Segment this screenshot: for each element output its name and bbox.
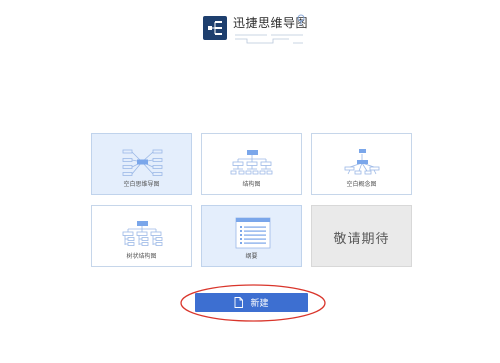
new-button-label: 新建 [250, 299, 269, 309]
title-decoration-icon [235, 34, 303, 44]
template-card-concept-map[interactable]: 空白概念图 [311, 133, 412, 195]
template-card-tree[interactable]: 树状结构图 [91, 205, 192, 267]
coming-soon-text: 敬请期待 [333, 232, 390, 247]
app-logo-icon [203, 16, 227, 40]
template-card-coming-soon: 敬请期待 [311, 205, 412, 267]
template-label: 空白概念图 [346, 181, 377, 188]
template-card-structure[interactable]: 结构图 [201, 133, 302, 195]
lightbulb-icon [297, 14, 305, 25]
app-header: 迅捷思维导图 [203, 14, 313, 46]
new-button[interactable]: 新建 [195, 293, 308, 312]
template-label: 空白思维导图 [123, 181, 160, 188]
template-label: 树状结构图 [126, 253, 157, 260]
template-card-blank-mindmap[interactable]: 空白思维导图 [91, 133, 192, 195]
template-card-outline[interactable]: 纲要 [201, 205, 302, 267]
new-document-icon [235, 297, 244, 308]
template-label: 结构图 [242, 181, 261, 188]
template-label: 纲要 [245, 253, 258, 260]
